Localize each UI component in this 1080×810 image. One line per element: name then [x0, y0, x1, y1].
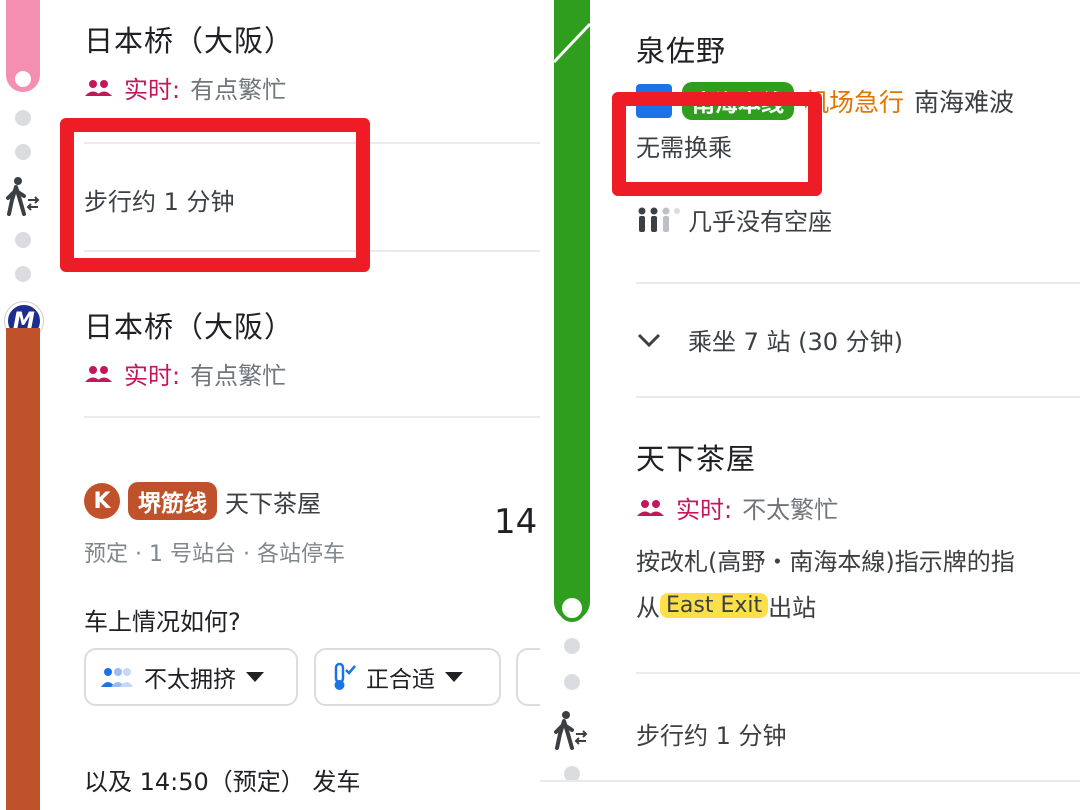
realtime-label: 实时: [124, 362, 181, 390]
crowd-icon [101, 668, 133, 687]
ride-summary: 乘坐 7 站 (30 分钟) [688, 328, 904, 356]
line-badge: 南海本线 [682, 82, 794, 120]
walking-icon [6, 177, 40, 216]
walk-dot [564, 638, 580, 654]
left-panel: M 日本桥（大阪） 实时: 有点繁忙 步行约 1 分钟 日本桥（大阪） 实时: … [0, 0, 540, 810]
crowd-option-label: 不太拥挤 [144, 667, 236, 693]
divider [636, 396, 1080, 398]
thermometer-icon [334, 662, 356, 690]
divider [84, 416, 540, 418]
exit-instruction: 按改札(高野・南海本線)指示牌的指 [636, 548, 1015, 576]
exit-label-highlight: East Exit [660, 593, 769, 618]
people-icon [637, 499, 664, 516]
line-badge: 堺筋线 [128, 482, 217, 520]
realtime-value: 有点繁忙 [190, 362, 287, 390]
line-direction: 天下茶屋 [225, 489, 321, 518]
chevron-down-icon [637, 333, 661, 347]
walk-text: 步行约 1 分钟 [84, 188, 235, 216]
line-junction [554, 22, 590, 64]
realtime-row: 实时: 有点繁忙 [84, 70, 286, 105]
walk-dot [564, 674, 580, 690]
walk-dot [15, 232, 31, 248]
realtime-value: 不太繁忙 [742, 496, 839, 524]
chevron-down-icon [445, 672, 463, 682]
divider [636, 282, 1080, 284]
realtime-row: 实时: 有点繁忙 [84, 356, 286, 391]
exit-suffix: 出站 [768, 594, 817, 622]
seats-row: 几乎没有空座 [636, 202, 832, 237]
chevron-down-icon [246, 672, 264, 682]
exit-prefix: 从 [636, 594, 660, 622]
walking-icon [554, 711, 588, 750]
green-line-segment [554, 0, 590, 620]
feedback-question: 车上情况如何? [84, 608, 241, 636]
realtime-value: 有点繁忙 [190, 76, 287, 104]
divider [636, 672, 1080, 674]
walk-dot [15, 266, 31, 282]
realtime-label: 实时: [124, 76, 181, 104]
station-name: 日本桥（大阪） [84, 310, 295, 344]
stop-marker [558, 594, 586, 622]
more-dropdown[interactable] [516, 648, 540, 706]
walk-text: 步行约 1 分钟 [636, 722, 787, 750]
line-details: 预定 · 1 号站台 · 各站停车 [84, 542, 345, 567]
departure-time: 14 [494, 502, 538, 542]
next-departure: 以及 14:50（预定） 发车 [84, 768, 361, 796]
exit-row: 从 East Exit 出站 [636, 588, 816, 623]
orange-line-segment [6, 328, 40, 810]
divider [84, 142, 540, 144]
ride-expander[interactable]: 乘坐 7 站 (30 分钟) [636, 322, 903, 357]
seat-occupancy-icon [638, 207, 680, 232]
service-type: 机场急行 [804, 88, 905, 117]
divider [540, 780, 1080, 782]
crowd-dropdown[interactable]: 不太拥挤 [84, 648, 298, 706]
temperature-option-label: 正合适 [366, 667, 435, 693]
temperature-dropdown[interactable]: 正合适 [314, 648, 501, 706]
walk-dot [15, 144, 31, 160]
rail-icon [636, 84, 672, 118]
line-row[interactable]: 南海本线 机场急行 南海难波 [636, 82, 1014, 120]
station-name: 泉佐野 [636, 34, 727, 68]
line-letter-icon: K [84, 483, 120, 519]
realtime-row: 实时: 不太繁忙 [636, 490, 838, 525]
station-name: 天下茶屋 [636, 442, 757, 476]
walk-dot [15, 110, 31, 126]
stop-marker [12, 68, 34, 90]
people-icon [85, 365, 112, 382]
realtime-label: 实时: [676, 496, 733, 524]
line-row[interactable]: K 堺筋线 天下茶屋 [84, 482, 321, 520]
divider [84, 250, 540, 252]
transfer-text: 无需换乘 [636, 134, 732, 162]
station-name: 日本桥（大阪） [84, 24, 295, 58]
people-icon [85, 79, 112, 96]
line-direction: 南海难波 [914, 88, 1015, 117]
seats-text: 几乎没有空座 [688, 208, 832, 236]
right-panel: 泉佐野 南海本线 机场急行 南海难波 无需换乘 几乎没有空座 乘坐 7 站 (3… [540, 0, 1080, 810]
